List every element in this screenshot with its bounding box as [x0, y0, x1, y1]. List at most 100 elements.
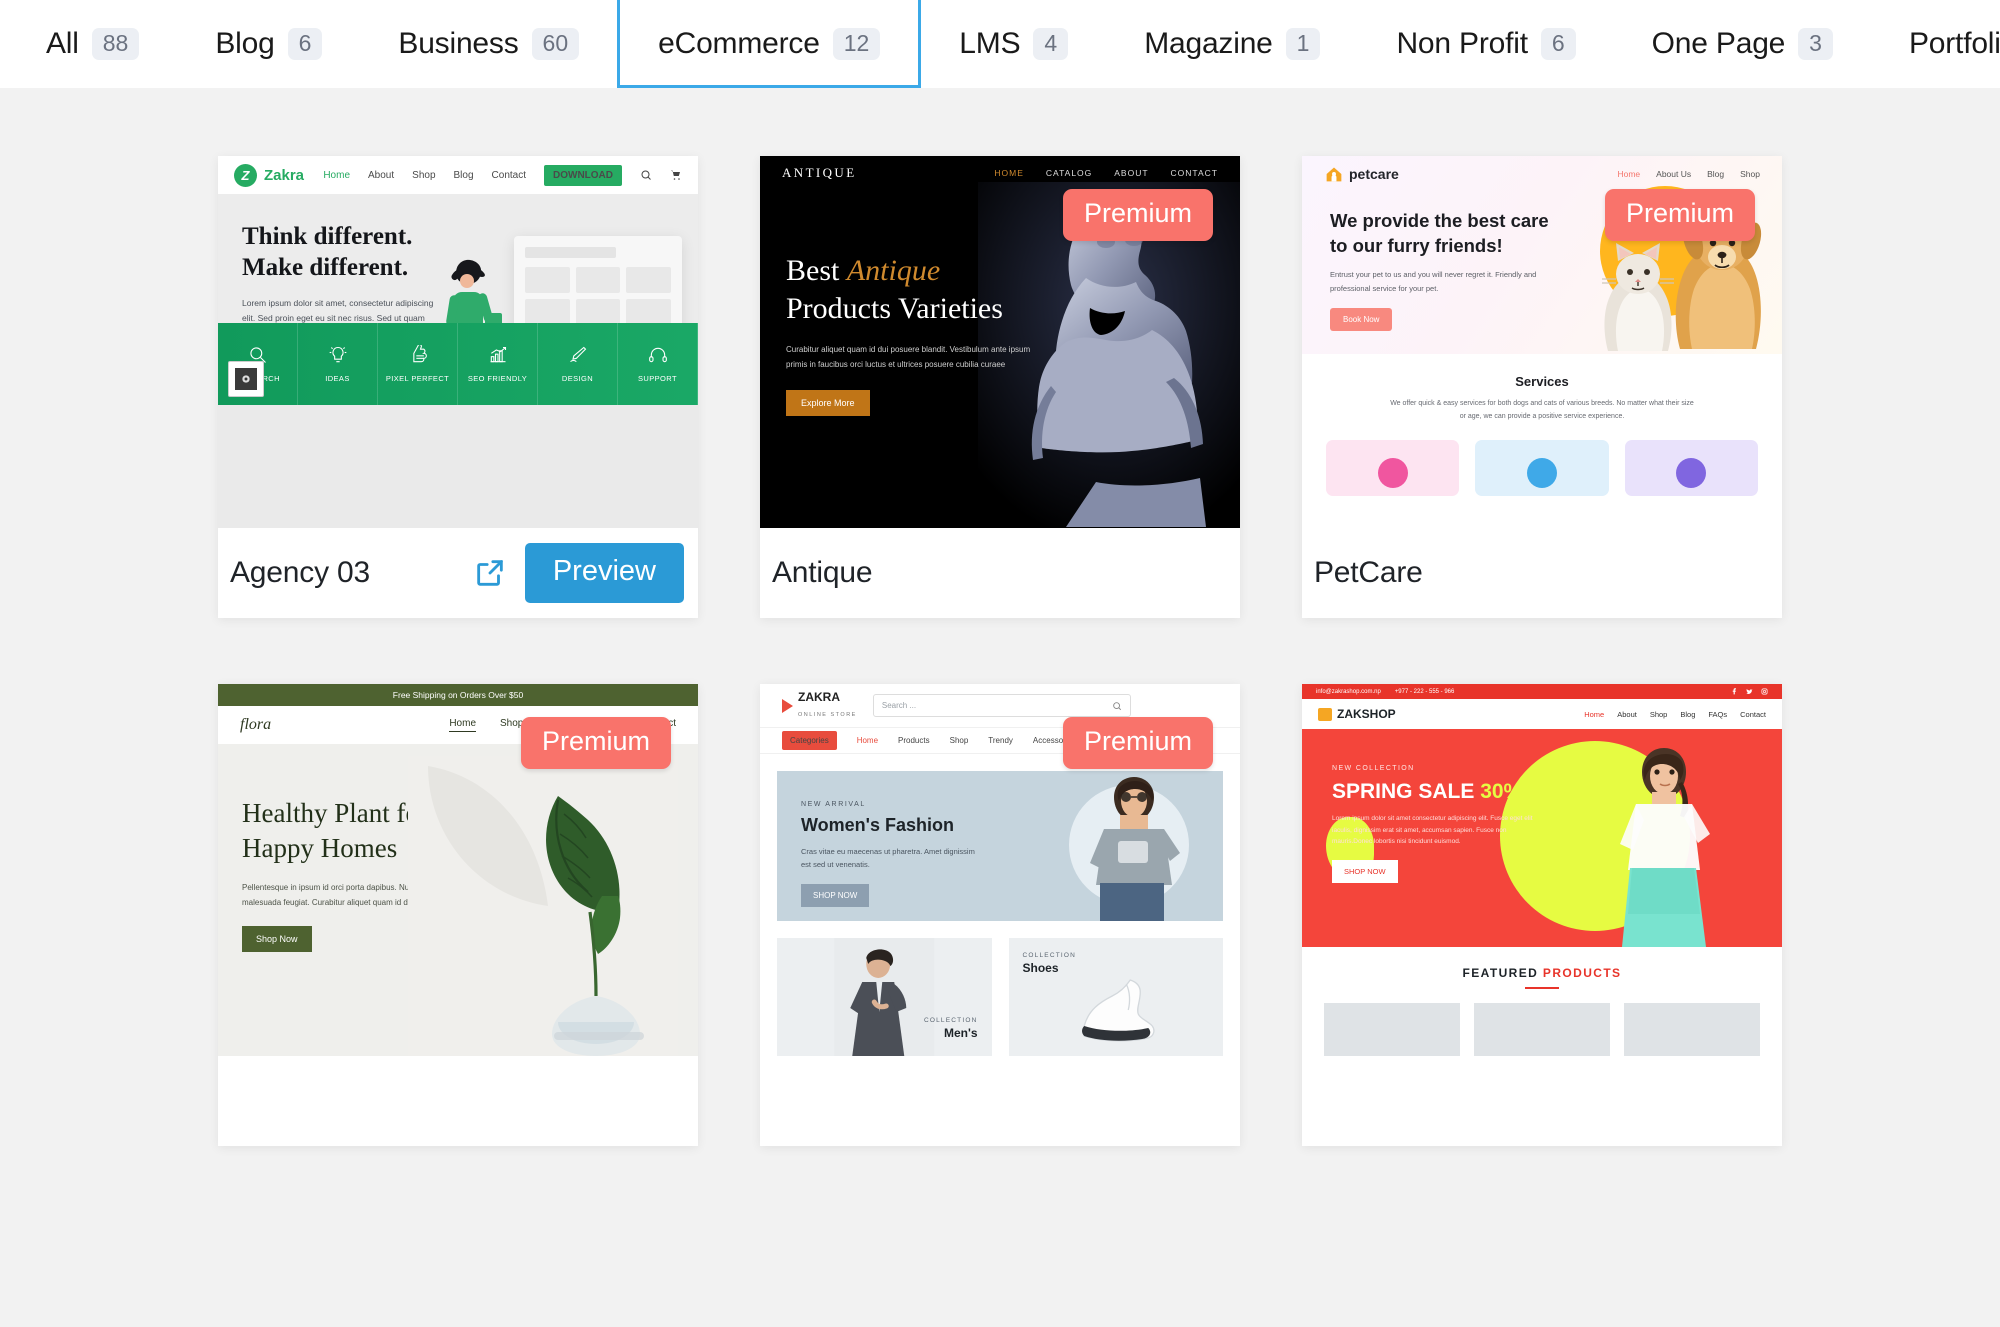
- feature-ideas: IDEAS: [298, 323, 378, 405]
- collection-label: COLLECTION Men's: [924, 1017, 978, 1042]
- tab-portfolio[interactable]: Portfolio 5: [1871, 0, 2000, 88]
- mini-nav-about[interactable]: ABOUT: [1114, 168, 1148, 178]
- tab-magazine[interactable]: Magazine 1: [1106, 0, 1358, 88]
- mini-nav-home[interactable]: Home: [1584, 710, 1604, 719]
- tab-label: Magazine: [1144, 27, 1273, 60]
- product-tile-1[interactable]: [1324, 1003, 1460, 1056]
- premium-badge: Premium: [1604, 189, 1755, 241]
- mini-nav-home[interactable]: HOME: [994, 168, 1024, 178]
- mini-site-nav: ZAKSHOP Home About Shop Blog FAQs Contac…: [1302, 699, 1782, 729]
- hero-accent: Antique: [846, 254, 941, 287]
- search-icon[interactable]: [640, 169, 652, 181]
- theme-title: Antique: [772, 556, 873, 589]
- tab-one-page[interactable]: One Page 3: [1614, 0, 1871, 88]
- mini-nav-contact[interactable]: CONTACT: [1171, 168, 1218, 178]
- mini-hero-banner: NEW ARRIVAL Women's Fashion Cras vitae e…: [777, 771, 1223, 921]
- tab-count-badge: 60: [531, 28, 580, 60]
- mini-nav-home[interactable]: Home: [449, 718, 477, 732]
- mini-nav-shop[interactable]: Shop: [1650, 710, 1668, 719]
- card-footer: [1302, 1056, 1782, 1146]
- preview-button[interactable]: Preview: [524, 543, 684, 603]
- mini-nav-contact[interactable]: Contact: [1740, 710, 1766, 719]
- premium-badge: Premium: [520, 717, 671, 769]
- hero-accent: 30%: [1480, 780, 1523, 803]
- mini-nav-shop[interactable]: Shop: [500, 718, 523, 732]
- shop-now-button[interactable]: SHOP NOW: [1332, 860, 1398, 884]
- external-link-icon[interactable]: [473, 556, 507, 590]
- theme-card-flora[interactable]: Premium Free Shipping on Orders Over $50…: [218, 684, 698, 1146]
- mini-nav-home[interactable]: Home: [323, 170, 350, 181]
- mini-nav-about-us[interactable]: About Us: [1656, 169, 1691, 179]
- service-icon-2: [1526, 457, 1557, 488]
- mini-site-nav: petcare Home About Us Blog Shop: [1302, 156, 1782, 192]
- mini-nav-trendy[interactable]: Trendy: [988, 736, 1013, 745]
- topbar-email[interactable]: info@zakrashop.com.np: [1316, 689, 1381, 695]
- facebook-icon[interactable]: [1731, 688, 1738, 695]
- mini-explore-more-button[interactable]: Explore More: [786, 390, 870, 417]
- mini-site-nav: Z Zakra Home About Shop Blog Contact DOW…: [218, 156, 698, 194]
- hero-plain: Best: [786, 254, 840, 287]
- mini-nav-about[interactable]: About: [1617, 710, 1637, 719]
- mini-nav-contact[interactable]: Contact: [492, 170, 526, 181]
- mini-product-row: [1302, 989, 1782, 1056]
- tab-non-profit[interactable]: Non Profit 6: [1358, 0, 1613, 88]
- tab-count-badge: 88: [91, 28, 140, 60]
- theme-thumbnail[interactable]: info@zakrashop.com.np +977 - 222 - 555 -…: [1302, 684, 1782, 1056]
- mini-nav-home[interactable]: Home: [1617, 169, 1640, 179]
- mini-book-now-button[interactable]: Book Now: [1330, 308, 1393, 332]
- tab-ecommerce[interactable]: eCommerce 12: [617, 0, 922, 88]
- antique-brand-name: ANTIQUE: [782, 165, 857, 180]
- product-tile-3[interactable]: [1624, 1003, 1760, 1056]
- petcare-brand-name: petcare: [1349, 166, 1399, 182]
- theme-card-zakshop[interactable]: info@zakrashop.com.np +977 - 222 - 555 -…: [1302, 684, 1782, 1146]
- categories-button[interactable]: Categories: [782, 731, 837, 750]
- tab-lms[interactable]: LMS 4: [921, 0, 1106, 88]
- mini-shop-now-button[interactable]: Shop Now: [242, 925, 312, 952]
- tab-label: One Page: [1651, 27, 1786, 60]
- service-card-3: [1624, 439, 1758, 496]
- mini-nav-catalog[interactable]: CATALOG: [1046, 168, 1092, 178]
- theme-card-agency-03[interactable]: Z Zakra Home About Shop Blog Contact DOW…: [218, 156, 698, 618]
- collection-tile-shoes[interactable]: COLLECTION Shoes: [1008, 938, 1223, 1056]
- theme-card-antique[interactable]: Premium ANTIQUE HOME CATALOG ABOUT CONTA…: [760, 156, 1240, 618]
- theme-card-zakra-store[interactable]: Premium ZAKRA ONLINE STORE Search ... Ca…: [760, 684, 1240, 1146]
- product-tile-2[interactable]: [1474, 1003, 1610, 1056]
- collection-label: COLLECTION Shoes: [1023, 952, 1077, 977]
- mini-nav-faqs[interactable]: FAQs: [1708, 710, 1727, 719]
- twitter-icon[interactable]: [1746, 688, 1753, 695]
- service-icon-1: [1377, 457, 1408, 488]
- instagram-icon[interactable]: [1761, 688, 1768, 695]
- tab-all[interactable]: All 88: [8, 0, 177, 88]
- feature-label: PIXEL PERFECT: [385, 374, 450, 383]
- card-footer: PetCare: [1302, 528, 1782, 618]
- mockup-bar: [525, 247, 616, 258]
- mini-nav-shop[interactable]: Shop: [412, 170, 435, 181]
- cart-icon[interactable]: [670, 169, 682, 181]
- mini-nav-blog[interactable]: Blog: [1680, 710, 1695, 719]
- tab-blog[interactable]: Blog 6: [177, 0, 360, 88]
- mini-download-button[interactable]: DOWNLOAD: [544, 164, 622, 186]
- mini-feature-bar: RESEARCH IDEAS PIXEL PERFECT SEO FR: [218, 323, 698, 405]
- hero-plain: SPRING SALE: [1332, 780, 1475, 803]
- hero-paragraph: Cras vitae eu maecenas ut pharetra. Amet…: [801, 847, 975, 870]
- collection-tile-mens[interactable]: COLLECTION Men's: [777, 938, 992, 1056]
- tab-business[interactable]: Business 60: [360, 0, 617, 88]
- mini-nav-about[interactable]: About: [368, 170, 394, 181]
- tab-label: Business: [398, 27, 519, 60]
- mini-nav-shop[interactable]: Shop: [1740, 169, 1760, 179]
- topbar-phone[interactable]: +977 - 222 - 555 - 966: [1395, 689, 1455, 695]
- feature-label: SUPPORT: [638, 374, 677, 383]
- shop-now-button[interactable]: SHOP NOW: [801, 884, 870, 908]
- mini-nav-blog[interactable]: Blog: [454, 170, 474, 181]
- collection-kicker: COLLECTION: [1022, 952, 1077, 959]
- mini-nav-blog[interactable]: Blog: [1707, 169, 1724, 179]
- search-icon[interactable]: [1112, 701, 1122, 711]
- theme-card-petcare[interactable]: Premium petcare Home About Us Blog Shop …: [1302, 156, 1782, 618]
- service-card-1: [1326, 439, 1460, 496]
- theme-thumbnail[interactable]: Z Zakra Home About Shop Blog Contact DOW…: [218, 156, 698, 528]
- mini-nav-home[interactable]: Home: [857, 736, 878, 745]
- mini-nav-shop[interactable]: Shop: [950, 736, 969, 745]
- feature-label: DESIGN: [561, 374, 594, 383]
- mini-nav-products[interactable]: Products: [898, 736, 930, 745]
- search-input[interactable]: Search ...: [872, 694, 1131, 717]
